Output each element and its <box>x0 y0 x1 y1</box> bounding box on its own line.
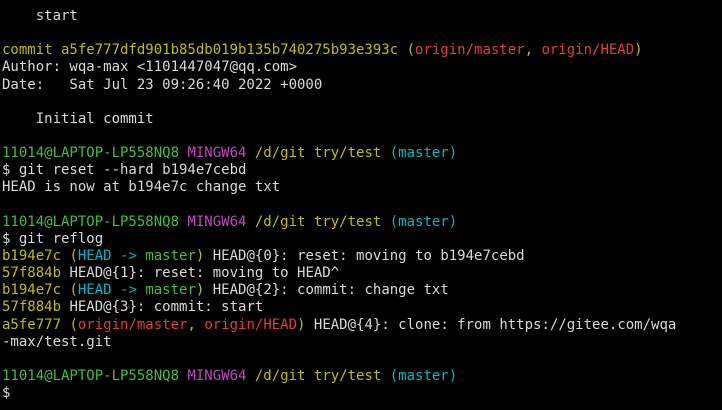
terminal-text-segment: (master) <box>389 367 458 384</box>
terminal-text-segment: HEAD -> <box>77 247 146 264</box>
terminal-text-segment: Initial commit <box>2 110 154 127</box>
terminal-text-segment: a5fe777 <box>2 316 70 333</box>
terminal-line: start <box>2 8 722 25</box>
terminal-line: $ git reset --hard b194e7cebd <box>2 162 722 179</box>
terminal-line: -max/test.git <box>2 334 722 351</box>
terminal-text-segment: ) <box>634 42 643 59</box>
terminal-text-segment: ) <box>297 316 314 333</box>
terminal-text-segment: ) <box>195 282 213 299</box>
terminal-output: start commit a5fe777dfd901b85db019b135b7… <box>2 8 722 402</box>
terminal-text-segment: HEAD@{1}: reset: moving to HEAD^ <box>69 265 340 282</box>
terminal-text-segment: 11014@LAPTOP-LP558NQ8 <box>2 367 188 384</box>
terminal-text-segment: $ <box>2 385 11 402</box>
terminal-text-segment: origin/master <box>77 316 188 333</box>
terminal-text-segment: HEAD -> <box>77 282 146 299</box>
terminal-text-segment: master <box>145 282 196 299</box>
terminal-text-segment: HEAD is now at b194e7c change txt <box>2 179 281 196</box>
terminal-text-segment: HEAD@{4}: clone: from https://gitee.com/… <box>313 316 677 333</box>
terminal-text-segment: (master) <box>389 213 458 230</box>
terminal-line: Author: wqa-max <1101447047@qq.com> <box>2 59 722 76</box>
terminal-text-segment: origin/HEAD <box>541 42 635 59</box>
terminal-line: $ git reflog <box>2 231 722 248</box>
terminal-line: $ <box>2 385 722 402</box>
terminal-text-segment: origin/master <box>415 42 525 59</box>
terminal-line: HEAD is now at b194e7c change txt <box>2 179 722 196</box>
terminal-text-segment: b194e7c <box>2 247 70 264</box>
terminal-text-segment: (master) <box>389 145 458 162</box>
terminal-text-segment: 11014@LAPTOP-LP558NQ8 <box>2 145 188 162</box>
terminal-text-segment: MINGW64 <box>187 213 255 230</box>
terminal-text-segment: ) <box>195 247 213 264</box>
terminal-line: 57f884b HEAD@{1}: reset: moving to HEAD^ <box>2 265 722 282</box>
terminal-text-segment: ( <box>69 316 78 333</box>
terminal-text-segment: commit a5fe777dfd901b85db019b135b740275b… <box>2 42 407 59</box>
terminal-text-segment: 57f884b <box>2 265 70 282</box>
terminal-text-segment: 57f884b <box>2 299 70 316</box>
terminal-text-segment: , <box>187 316 205 333</box>
terminal-text-segment: -max/test.git <box>2 333 112 350</box>
terminal-text-segment: origin/HEAD <box>204 316 298 333</box>
terminal-text-segment: ( <box>406 42 416 59</box>
terminal-text-segment: 11014@LAPTOP-LP558NQ8 <box>2 213 188 230</box>
terminal-line: commit a5fe777dfd901b85db019b135b740275b… <box>2 42 722 59</box>
terminal-text-segment: HEAD@{2}: commit: change txt <box>212 282 449 299</box>
terminal-text-segment: HEAD@{3}: commit: start <box>69 299 264 316</box>
terminal-text-segment: Author: wqa-max <1101447047@qq.com> <box>2 59 298 76</box>
terminal-window[interactable]: start commit a5fe777dfd901b85db019b135b7… <box>0 0 722 410</box>
terminal-text-segment: /d/git try/test <box>254 213 390 230</box>
terminal-line: 11014@LAPTOP-LP558NQ8 MINGW64 /d/git try… <box>2 368 722 385</box>
terminal-text-segment: b194e7c <box>2 282 70 299</box>
terminal-text-segment: $ git reflog <box>2 230 104 247</box>
terminal-text-segment: /d/git try/test <box>254 145 390 162</box>
terminal-line: a5fe777 (origin/master, origin/HEAD) HEA… <box>2 317 722 334</box>
terminal-text-segment: master <box>145 247 196 264</box>
terminal-text-segment: $ git reset --hard b194e7cebd <box>2 162 247 179</box>
terminal-line: Initial commit <box>2 111 722 128</box>
terminal-text-segment: MINGW64 <box>187 145 255 162</box>
terminal-text-segment: ( <box>69 282 78 299</box>
terminal-text-segment: Date: Sat Jul 23 09:26:40 2022 +0000 <box>2 76 323 93</box>
terminal-line: b194e7c (HEAD -> master) HEAD@{2}: commi… <box>2 282 722 299</box>
terminal-text-segment: start <box>2 8 78 24</box>
terminal-line: b194e7c (HEAD -> master) HEAD@{0}: reset… <box>2 248 722 265</box>
terminal-line: 57f884b HEAD@{3}: commit: start <box>2 299 722 316</box>
terminal-line: 11014@LAPTOP-LP558NQ8 MINGW64 /d/git try… <box>2 145 722 162</box>
terminal-text-segment: , <box>524 42 542 59</box>
terminal-text-segment: MINGW64 <box>187 367 255 384</box>
terminal-text-segment: HEAD@{0}: reset: moving to b194e7cebd <box>212 247 525 264</box>
terminal-text-segment: /d/git try/test <box>254 367 390 384</box>
terminal-line: 11014@LAPTOP-LP558NQ8 MINGW64 /d/git try… <box>2 214 722 231</box>
terminal-text-segment: ( <box>69 247 78 264</box>
terminal-line: Date: Sat Jul 23 09:26:40 2022 +0000 <box>2 77 722 94</box>
